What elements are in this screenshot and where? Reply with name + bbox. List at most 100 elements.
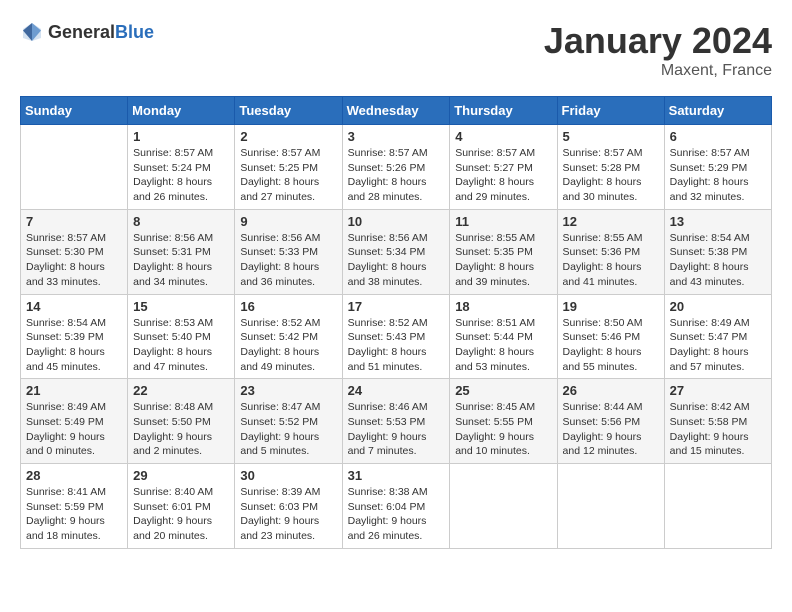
- day-number: 4: [455, 129, 551, 144]
- day-info: Sunrise: 8:54 AM Sunset: 5:38 PM Dayligh…: [670, 231, 766, 290]
- day-info: Sunrise: 8:50 AM Sunset: 5:46 PM Dayligh…: [563, 316, 659, 375]
- day-number: 18: [455, 299, 551, 314]
- calendar-cell: 23Sunrise: 8:47 AM Sunset: 5:52 PM Dayli…: [235, 379, 342, 464]
- calendar-cell: 26Sunrise: 8:44 AM Sunset: 5:56 PM Dayli…: [557, 379, 664, 464]
- day-number: 7: [26, 214, 122, 229]
- column-header-thursday: Thursday: [450, 97, 557, 125]
- calendar-cell: [664, 464, 771, 549]
- calendar-cell: 27 Sunrise: 8:42 AM Sunset: 5:58 PM Dayli…: [664, 379, 771, 464]
- calendar-cell: 11 Sunrise: 8:55 AM Sunset: 5:35 PM Dayli…: [450, 209, 557, 294]
- day-number: 14: [26, 299, 122, 314]
- calendar-cell: 25Sunrise: 8:45 AM Sunset: 5:55 PM Dayli…: [450, 379, 557, 464]
- page-header: GeneralBlue January 2024 Maxent, France: [20, 20, 772, 80]
- calendar-cell: 13Sunrise: 8:54 AM Sunset: 5:38 PM Dayli…: [664, 209, 771, 294]
- month-title: January 2024: [544, 20, 772, 62]
- day-number: 21: [26, 383, 122, 398]
- day-info: Sunrise: 8:42 AM Sunset: 5:58 PM Dayligh…: [670, 400, 766, 459]
- day-info: Sunrise: 8:49 AM Sunset: 5:47 PM Dayligh…: [670, 316, 766, 375]
- calendar-cell: 20 Sunrise: 8:49 AM Sunset: 5:47 PM Dayli…: [664, 294, 771, 379]
- day-info: Sunrise: 8:56 AM Sunset: 5:31 PM Dayligh…: [133, 231, 229, 290]
- calendar-week-row: 28Sunrise: 8:41 AM Sunset: 5:59 PM Dayli…: [21, 464, 772, 549]
- calendar-cell: [21, 125, 128, 210]
- title-block: January 2024 Maxent, France: [544, 20, 772, 80]
- logo-text-general: General: [48, 22, 115, 42]
- day-info: Sunrise: 8:55 AM Sunset: 5:35 PM Dayligh…: [455, 231, 551, 290]
- day-info: Sunrise: 8:39 AM Sunset: 6:03 PM Dayligh…: [240, 485, 336, 544]
- calendar-cell: 10 Sunrise: 8:56 AM Sunset: 5:34 PM Dayli…: [342, 209, 450, 294]
- column-header-wednesday: Wednesday: [342, 97, 450, 125]
- day-number: 19: [563, 299, 659, 314]
- calendar-cell: 28Sunrise: 8:41 AM Sunset: 5:59 PM Dayli…: [21, 464, 128, 549]
- calendar-cell: 22 Sunrise: 8:48 AM Sunset: 5:50 PM Dayli…: [128, 379, 235, 464]
- calendar-cell: 19 Sunrise: 8:50 AM Sunset: 5:46 PM Dayli…: [557, 294, 664, 379]
- day-number: 27: [670, 383, 766, 398]
- day-number: 12: [563, 214, 659, 229]
- calendar-cell: 29 Sunrise: 8:40 AM Sunset: 6:01 PM Dayli…: [128, 464, 235, 549]
- calendar-cell: 5 Sunrise: 8:57 AM Sunset: 5:28 PM Daylig…: [557, 125, 664, 210]
- day-number: 25: [455, 383, 551, 398]
- day-info: Sunrise: 8:57 AM Sunset: 5:30 PM Dayligh…: [26, 231, 122, 290]
- day-info: Sunrise: 8:46 AM Sunset: 5:53 PM Dayligh…: [348, 400, 445, 459]
- day-info: Sunrise: 8:57 AM Sunset: 5:29 PM Dayligh…: [670, 146, 766, 205]
- calendar-cell: 4 Sunrise: 8:57 AM Sunset: 5:27 PM Daylig…: [450, 125, 557, 210]
- day-number: 11: [455, 214, 551, 229]
- calendar-cell: 12 Sunrise: 8:55 AM Sunset: 5:36 PM Dayli…: [557, 209, 664, 294]
- calendar-table: SundayMondayTuesdayWednesdayThursdayFrid…: [20, 96, 772, 549]
- calendar-cell: 6 Sunrise: 8:57 AM Sunset: 5:29 PM Daylig…: [664, 125, 771, 210]
- day-number: 17: [348, 299, 445, 314]
- day-info: Sunrise: 8:41 AM Sunset: 5:59 PM Dayligh…: [26, 485, 122, 544]
- day-number: 31: [348, 468, 445, 483]
- day-info: Sunrise: 8:56 AM Sunset: 5:34 PM Dayligh…: [348, 231, 445, 290]
- location-title: Maxent, France: [544, 62, 772, 80]
- logo-text-blue: Blue: [115, 22, 154, 42]
- day-number: 26: [563, 383, 659, 398]
- calendar-cell: 21 Sunrise: 8:49 AM Sunset: 5:49 PM Dayli…: [21, 379, 128, 464]
- day-info: Sunrise: 8:57 AM Sunset: 5:28 PM Dayligh…: [563, 146, 659, 205]
- day-number: 6: [670, 129, 766, 144]
- day-number: 29: [133, 468, 229, 483]
- column-header-monday: Monday: [128, 97, 235, 125]
- column-header-tuesday: Tuesday: [235, 97, 342, 125]
- day-info: Sunrise: 8:54 AM Sunset: 5:39 PM Dayligh…: [26, 316, 122, 375]
- calendar-cell: 30Sunrise: 8:39 AM Sunset: 6:03 PM Dayli…: [235, 464, 342, 549]
- calendar-week-row: 21 Sunrise: 8:49 AM Sunset: 5:49 PM Dayli…: [21, 379, 772, 464]
- day-number: 15: [133, 299, 229, 314]
- day-info: Sunrise: 8:55 AM Sunset: 5:36 PM Dayligh…: [563, 231, 659, 290]
- day-number: 8: [133, 214, 229, 229]
- day-info: Sunrise: 8:48 AM Sunset: 5:50 PM Dayligh…: [133, 400, 229, 459]
- calendar-cell: 17 Sunrise: 8:52 AM Sunset: 5:43 PM Dayli…: [342, 294, 450, 379]
- calendar-cell: [557, 464, 664, 549]
- day-info: Sunrise: 8:57 AM Sunset: 5:26 PM Dayligh…: [348, 146, 445, 205]
- day-info: Sunrise: 8:53 AM Sunset: 5:40 PM Dayligh…: [133, 316, 229, 375]
- day-info: Sunrise: 8:57 AM Sunset: 5:25 PM Dayligh…: [240, 146, 336, 205]
- calendar-cell: 15 Sunrise: 8:53 AM Sunset: 5:40 PM Dayli…: [128, 294, 235, 379]
- day-number: 20: [670, 299, 766, 314]
- calendar-cell: 24 Sunrise: 8:46 AM Sunset: 5:53 PM Dayli…: [342, 379, 450, 464]
- calendar-cell: 14 Sunrise: 8:54 AM Sunset: 5:39 PM Dayli…: [21, 294, 128, 379]
- day-number: 10: [348, 214, 445, 229]
- calendar-cell: 18 Sunrise: 8:51 AM Sunset: 5:44 PM Dayli…: [450, 294, 557, 379]
- day-info: Sunrise: 8:52 AM Sunset: 5:43 PM Dayligh…: [348, 316, 445, 375]
- calendar-week-row: 7 Sunrise: 8:57 AM Sunset: 5:30 PM Daylig…: [21, 209, 772, 294]
- day-number: 22: [133, 383, 229, 398]
- calendar-header-row: SundayMondayTuesdayWednesdayThursdayFrid…: [21, 97, 772, 125]
- day-number: 16: [240, 299, 336, 314]
- calendar-week-row: 14 Sunrise: 8:54 AM Sunset: 5:39 PM Dayli…: [21, 294, 772, 379]
- column-header-saturday: Saturday: [664, 97, 771, 125]
- day-info: Sunrise: 8:57 AM Sunset: 5:27 PM Dayligh…: [455, 146, 551, 205]
- calendar-cell: 8 Sunrise: 8:56 AM Sunset: 5:31 PM Daylig…: [128, 209, 235, 294]
- day-number: 5: [563, 129, 659, 144]
- day-number: 3: [348, 129, 445, 144]
- day-number: 24: [348, 383, 445, 398]
- day-number: 2: [240, 129, 336, 144]
- calendar-cell: 2 Sunrise: 8:57 AM Sunset: 5:25 PM Daylig…: [235, 125, 342, 210]
- day-info: Sunrise: 8:57 AM Sunset: 5:24 PM Dayligh…: [133, 146, 229, 205]
- day-info: Sunrise: 8:56 AM Sunset: 5:33 PM Dayligh…: [240, 231, 336, 290]
- day-info: Sunrise: 8:51 AM Sunset: 5:44 PM Dayligh…: [455, 316, 551, 375]
- day-number: 1: [133, 129, 229, 144]
- calendar-cell: 1 Sunrise: 8:57 AM Sunset: 5:24 PM Daylig…: [128, 125, 235, 210]
- day-info: Sunrise: 8:49 AM Sunset: 5:49 PM Dayligh…: [26, 400, 122, 459]
- calendar-cell: 3 Sunrise: 8:57 AM Sunset: 5:26 PM Daylig…: [342, 125, 450, 210]
- day-info: Sunrise: 8:40 AM Sunset: 6:01 PM Dayligh…: [133, 485, 229, 544]
- calendar-cell: 9Sunrise: 8:56 AM Sunset: 5:33 PM Daylig…: [235, 209, 342, 294]
